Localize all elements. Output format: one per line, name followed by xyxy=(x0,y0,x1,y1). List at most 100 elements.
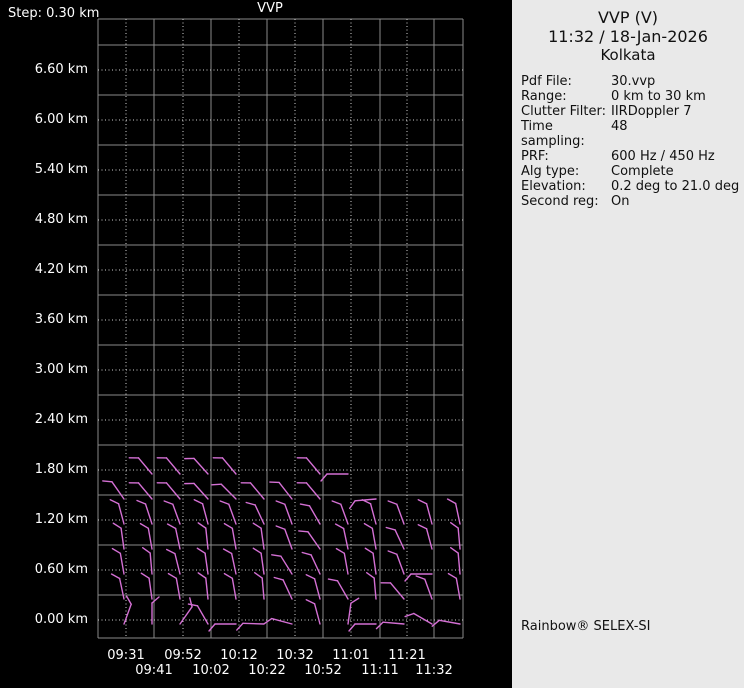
wind-barb xyxy=(275,525,293,550)
wind-barb-segment xyxy=(343,552,349,575)
wind-barb-segment xyxy=(174,552,181,575)
wind-barb-segment xyxy=(380,582,392,584)
info-value: 48 xyxy=(611,119,628,134)
wind-barb-segment xyxy=(110,573,121,580)
wind-barb-segment xyxy=(231,527,237,550)
x-axis-tick-label: 10:12 xyxy=(220,648,258,663)
wind-barb-segment xyxy=(240,482,252,484)
wind-barb-segment xyxy=(320,473,328,482)
wind-barb-segment xyxy=(457,552,461,575)
wind-barb-segment xyxy=(236,622,244,631)
wind-barb-segment xyxy=(163,500,174,505)
wind-barb-segment xyxy=(219,500,230,505)
wind-barb-segment xyxy=(111,481,125,500)
wind-barb-segment xyxy=(284,503,293,525)
wind-barb-segment xyxy=(334,523,345,530)
wind-barb xyxy=(102,480,125,500)
wind-barb-segment xyxy=(275,500,286,505)
wind-barb-segment xyxy=(156,457,168,459)
info-label: Range: xyxy=(521,89,567,104)
wind-barb-segment xyxy=(313,578,321,600)
y-axis-tick-label: 4.20 km xyxy=(34,262,88,277)
wind-barb xyxy=(301,551,321,575)
wind-barb xyxy=(223,572,237,600)
wind-barb xyxy=(112,522,125,550)
wind-barb-segment xyxy=(371,527,377,550)
wind-barb-segment xyxy=(271,617,293,625)
y-axis-tick-label: 0.60 km xyxy=(34,562,88,577)
wind-barb-segment xyxy=(387,500,398,505)
wind-barb-segment xyxy=(278,481,293,500)
x-axis-tick-label: 11:32 xyxy=(415,663,453,678)
wind-barb-segment xyxy=(165,548,176,555)
wind-barb xyxy=(187,603,209,625)
x-axis-tick-label: 09:52 xyxy=(164,648,202,663)
wind-barb xyxy=(167,572,181,600)
wind-barb-segment xyxy=(373,577,377,600)
wind-barb-segment xyxy=(365,572,375,579)
wind-barb xyxy=(417,524,433,550)
wind-barb xyxy=(431,619,461,627)
wind-barb-segment xyxy=(128,457,140,459)
panel-header: VVP (V) 11:32 / 18-Jan-2026 Kolkata xyxy=(512,0,744,65)
wind-barb xyxy=(299,503,321,525)
wind-barb-segment xyxy=(144,503,153,525)
wind-barb xyxy=(334,523,349,550)
wind-barb xyxy=(245,501,265,525)
wind-barb xyxy=(223,522,237,550)
wind-barb-segment xyxy=(454,502,461,525)
wind-barb-segment xyxy=(204,552,209,575)
wind-barb-segment xyxy=(119,552,125,575)
wind-barb xyxy=(156,457,181,475)
wind-barb-segment xyxy=(139,522,150,530)
wind-barb-segment xyxy=(245,501,256,506)
info-label: Elevation: xyxy=(521,179,586,194)
wind-barb-segment xyxy=(253,572,263,579)
wind-barb xyxy=(417,499,433,525)
wind-barb-segment xyxy=(261,577,265,600)
info-row: PRF: 600 Hz / 450 Hz xyxy=(521,149,742,164)
wind-barb-segment xyxy=(260,527,265,550)
wind-barb xyxy=(197,572,209,600)
wind-barb-segment xyxy=(151,596,160,604)
y-axis-tick-label: 2.40 km xyxy=(34,412,88,427)
wind-barb xyxy=(110,573,125,600)
wind-barb-segment xyxy=(425,503,433,525)
wind-barb-segment xyxy=(307,531,321,550)
wind-barb xyxy=(363,522,377,550)
y-axis-tick-label: 4.80 km xyxy=(34,212,88,227)
wind-barb xyxy=(212,457,237,475)
y-axis-tick-label: 0.00 km xyxy=(34,612,88,627)
wind-barb xyxy=(375,621,405,630)
wind-barb-segment xyxy=(205,577,209,600)
wind-barb-segment xyxy=(340,503,349,525)
x-axis-tick-label: 11:21 xyxy=(388,648,426,663)
wind-barb-segment xyxy=(249,482,265,500)
info-row: Elevation: 0.2 deg to 21.0 deg xyxy=(521,179,742,194)
wind-barb-segment xyxy=(141,547,151,554)
wind-barb xyxy=(179,597,193,625)
info-value: 30.vvp xyxy=(611,74,656,89)
wind-barb-segment xyxy=(197,572,207,579)
wind-barb-segment xyxy=(193,457,209,475)
wind-barb xyxy=(327,578,349,600)
wind-barb xyxy=(166,523,181,550)
wind-barb-segment xyxy=(349,500,356,510)
plot-title: VVP xyxy=(257,1,283,16)
info-label: PRF: xyxy=(521,149,549,164)
wind-barb-segment xyxy=(167,572,178,580)
wind-barb-segment xyxy=(118,577,125,600)
wind-barb-segment xyxy=(223,522,234,530)
vvp-application-window: Step: 0.30 km VVP 6.60 km 6.00 km 5.40 km 4… xyxy=(0,0,744,688)
y-axis-tick-label: 6.60 km xyxy=(34,62,88,77)
wind-barb-segment xyxy=(382,621,405,625)
wind-barb-segment xyxy=(331,500,342,505)
wind-barb-segment xyxy=(282,579,293,600)
info-row: Range: 0 km to 30 km xyxy=(521,89,742,104)
wind-barb-segment xyxy=(415,575,426,580)
wind-barb-segment xyxy=(109,499,120,505)
wind-barb xyxy=(335,547,349,575)
wind-barb-segment xyxy=(136,499,147,505)
wind-barb-segment xyxy=(184,457,195,460)
wind-barb-segment xyxy=(242,622,265,625)
